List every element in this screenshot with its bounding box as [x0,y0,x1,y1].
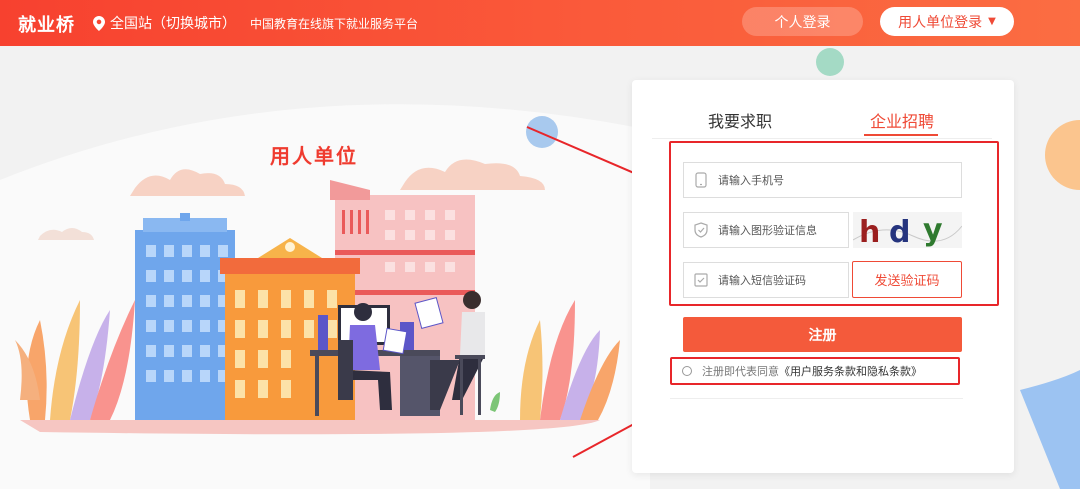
active-tab-underline [864,134,938,136]
caret-down-icon: ▼ [988,16,996,27]
platform-slogan: 中国教育在线旗下就业服务平台 [250,17,419,31]
top-navigation-bar: 就业桥 全国站（切换城市） 中国教育在线旗下就业服务平台 个人登录 用人单位登录… [0,0,1080,46]
location-label: 全国站（切换城市） [110,16,236,32]
company-login-label: 用人单位登录 [898,14,983,31]
company-login-dropdown[interactable]: 用人单位登录 ▼ [880,7,1014,36]
brand-logo[interactable]: 就业桥 [18,11,75,37]
register-button[interactable]: 注册 [683,317,962,352]
personal-login-button[interactable]: 个人登录 [742,7,863,36]
location-switcher[interactable]: 全国站（切换城市） [93,13,236,33]
register-panel: 我要求职 企业招聘 请输入手机号 请输入图形验证信息 h d y 请输入短信验证… [632,80,1014,473]
hero-title: 用人单位 [270,144,358,168]
location-pin-icon [93,15,105,31]
tab-job-seeker[interactable]: 我要求职 [708,108,772,132]
panel-divider [670,398,963,399]
tab-company-recruit[interactable]: 企业招聘 [870,108,934,132]
tab-divider [652,138,992,139]
annotation-box-agreement [670,357,960,385]
annotation-box-form [669,141,999,306]
